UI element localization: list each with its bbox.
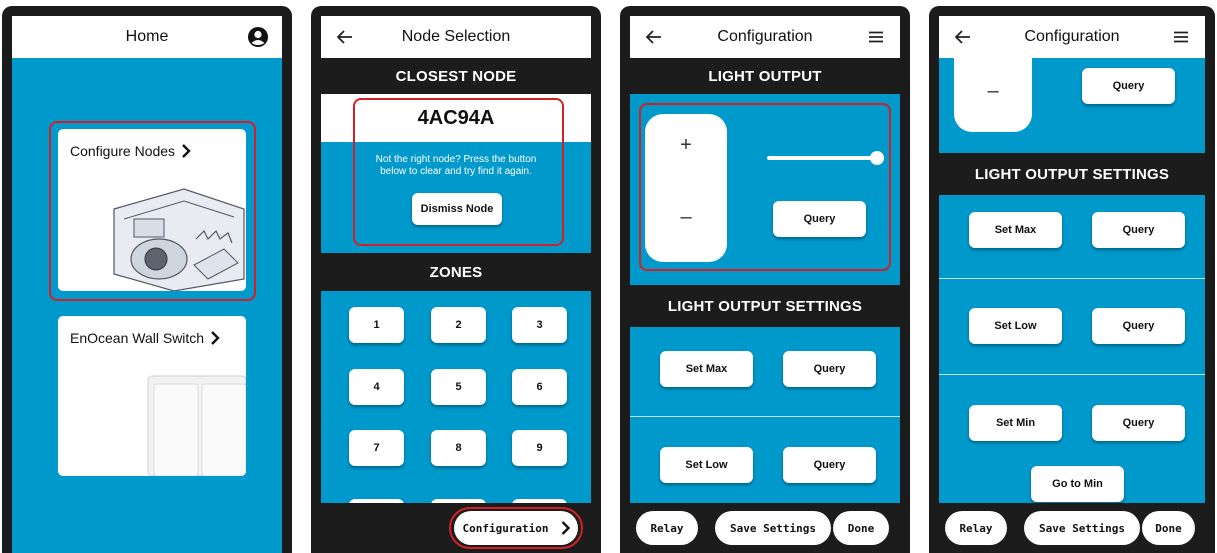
phone-configuration: Configuration LIGHT OUTPUT + – Query LIG…	[620, 6, 910, 553]
page-title: Configuration	[1024, 28, 1120, 45]
menu-icon[interactable]	[1165, 16, 1197, 58]
card-label: EnOcean Wall Switch	[70, 330, 205, 346]
card-title: EnOcean Wall Switch	[70, 330, 220, 346]
configuration-screen-scrolled: Configuration – Query LIGHT OUTPUT SETTI…	[939, 16, 1205, 553]
wall-switch-image	[147, 375, 246, 476]
zone-button[interactable]: 5	[431, 369, 486, 405]
query-button[interactable]: Query	[783, 351, 876, 387]
query-button[interactable]: Query	[1092, 405, 1185, 441]
zone-button[interactable]: 4	[349, 369, 404, 405]
save-settings-button[interactable]: Save Settings	[1024, 511, 1140, 545]
relay-button[interactable]: Relay	[636, 511, 698, 545]
highlight-box	[49, 121, 256, 301]
highlight-box	[449, 507, 583, 549]
menu-icon[interactable]	[860, 16, 892, 58]
go-to-min-button[interactable]: Go to Min	[1031, 466, 1124, 502]
zone-button[interactable]: 7	[349, 430, 404, 466]
app-bar: Configuration	[939, 16, 1205, 58]
query-button[interactable]: Query	[1092, 308, 1185, 344]
query-button[interactable]: Query	[1092, 212, 1185, 248]
closest-node-header: CLOSEST NODE	[321, 58, 591, 94]
done-button[interactable]: Done	[833, 511, 889, 545]
app-bar: Node Selection	[321, 16, 591, 58]
set-max-button[interactable]: Set Max	[660, 351, 753, 387]
phone-node-selection: Node Selection CLOSEST NODE 4AC94A Not t…	[311, 6, 601, 553]
zone-button[interactable]: 9	[512, 430, 567, 466]
done-button[interactable]: Done	[1142, 511, 1195, 545]
zones-header: ZONES	[321, 253, 591, 291]
app-bar: Configuration	[630, 16, 900, 58]
phone-configuration-scrolled: Configuration – Query LIGHT OUTPUT SETTI…	[929, 6, 1215, 553]
highlight-box	[353, 98, 564, 246]
bottom-bar: Configuration	[321, 503, 591, 553]
configuration-screen: Configuration LIGHT OUTPUT + – Query LIG…	[630, 16, 900, 553]
bottom-bar: Relay Save Settings Done	[630, 503, 900, 553]
account-icon[interactable]	[242, 16, 274, 58]
zone-button[interactable]: 6	[512, 369, 567, 405]
set-min-button[interactable]: Set Min	[969, 405, 1062, 441]
home-screen: Home Configure Nodes EnOcean Wall Switch	[12, 16, 282, 553]
query-button[interactable]: Query	[1082, 68, 1175, 104]
page-title: Configuration	[717, 28, 813, 45]
back-arrow-icon[interactable]	[947, 16, 979, 58]
light-output-settings-header: LIGHT OUTPUT SETTINGS	[939, 153, 1205, 195]
zone-button[interactable]: 2	[431, 307, 486, 343]
back-arrow-icon[interactable]	[638, 16, 670, 58]
phone-home: Home Configure Nodes EnOcean Wall Switch	[2, 6, 292, 553]
set-low-button[interactable]: Set Low	[969, 308, 1062, 344]
divider	[939, 374, 1205, 375]
zone-button[interactable]: 3	[512, 307, 567, 343]
enocean-wall-switch-card[interactable]: EnOcean Wall Switch	[58, 316, 246, 476]
node-selection-screen: Node Selection CLOSEST NODE 4AC94A Not t…	[321, 16, 591, 553]
save-settings-button[interactable]: Save Settings	[715, 511, 831, 545]
relay-button[interactable]: Relay	[945, 511, 1007, 545]
zone-button[interactable]: 8	[431, 430, 486, 466]
query-button[interactable]: Query	[783, 447, 876, 483]
light-output-header: LIGHT OUTPUT	[630, 58, 900, 94]
chevron-right-icon	[211, 331, 220, 345]
app-bar: Home	[12, 16, 282, 58]
dim-down-button[interactable]: –	[954, 80, 1032, 103]
divider	[939, 278, 1205, 279]
zone-button[interactable]: 1	[349, 307, 404, 343]
set-max-button[interactable]: Set Max	[969, 212, 1062, 248]
light-output-settings-header: LIGHT OUTPUT SETTINGS	[630, 285, 900, 327]
page-title: Node Selection	[401, 28, 511, 45]
dimmer-control-partial: –	[954, 58, 1032, 132]
highlight-box	[639, 103, 891, 271]
back-arrow-icon[interactable]	[329, 16, 361, 58]
divider	[630, 416, 900, 417]
bottom-bar: Relay Save Settings Done	[939, 503, 1205, 553]
page-title: Home	[125, 28, 169, 45]
set-low-button[interactable]: Set Low	[660, 447, 753, 483]
